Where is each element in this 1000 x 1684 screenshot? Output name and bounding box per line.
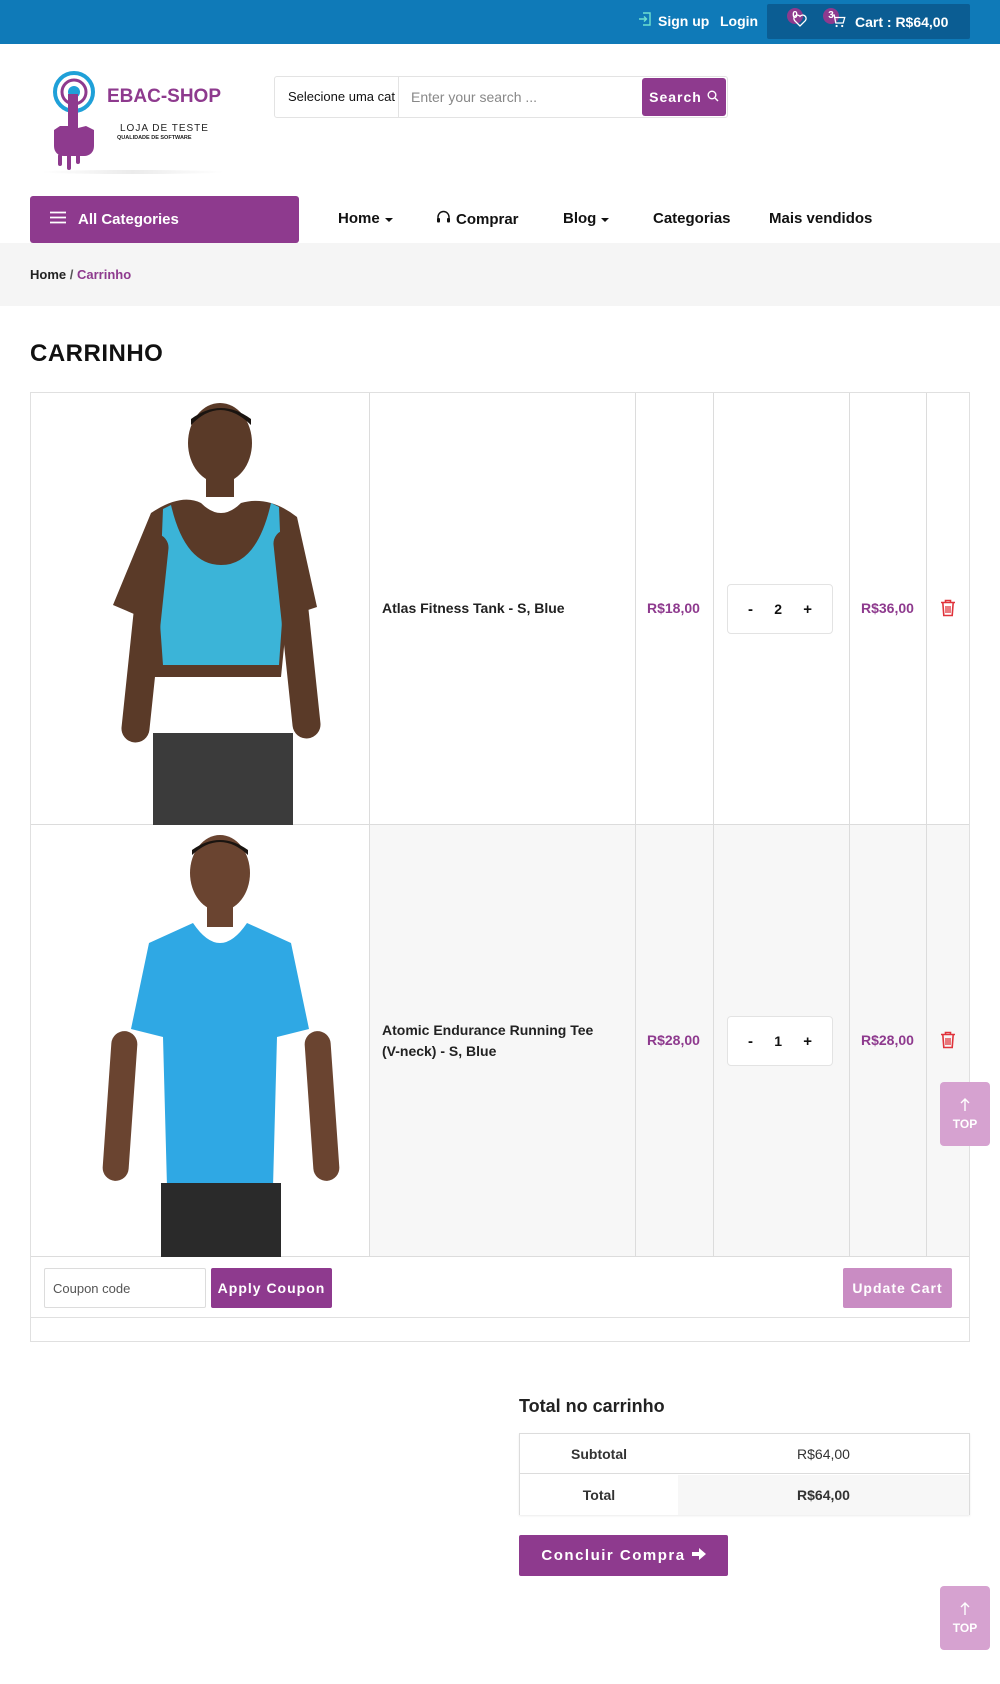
product-qty-cell: - 2 + xyxy=(714,393,850,824)
quantity-stepper[interactable]: - 1 + xyxy=(727,1016,833,1066)
scroll-to-top-label: TOP xyxy=(952,1620,978,1635)
signup-link[interactable]: Sign up xyxy=(638,12,709,29)
search-button-label: Search xyxy=(649,89,702,105)
product-name[interactable]: Atomic Endurance Running Tee (V-neck) - … xyxy=(382,1020,612,1062)
product-subtotal: R$36,00 xyxy=(861,600,914,616)
trash-icon[interactable] xyxy=(940,1031,956,1054)
product-image[interactable] xyxy=(31,393,370,825)
scroll-to-top-label: TOP xyxy=(952,1116,978,1131)
cart-table: Atlas Fitness Tank - S, Blue R$18,00 - 2… xyxy=(30,392,970,1342)
qty-increase-button[interactable]: + xyxy=(803,601,812,618)
qty-decrease-button[interactable]: - xyxy=(748,1033,753,1050)
chevron-down-icon xyxy=(601,217,610,222)
nav-blog-label: Blog xyxy=(563,210,597,227)
product-remove-cell xyxy=(927,825,969,1256)
arrow-right-icon xyxy=(691,1547,706,1564)
search-bar: Selecione uma cat Search xyxy=(274,76,728,118)
product-subtotal-cell: R$28,00 xyxy=(850,825,927,1256)
site-logo[interactable]: EBAC-SHOP LOJA DE TESTE QUALIDADE DE SOF… xyxy=(40,70,230,182)
qty-increase-button[interactable]: + xyxy=(803,1033,812,1050)
coupon-code-input[interactable] xyxy=(44,1268,206,1308)
update-cart-button[interactable]: Update Cart xyxy=(843,1268,952,1308)
scroll-to-top-button[interactable]: TOP xyxy=(940,1586,990,1650)
quantity-stepper[interactable]: - 2 + xyxy=(727,584,833,634)
apply-coupon-button[interactable]: Apply Coupon xyxy=(211,1268,332,1308)
nav-blog[interactable]: Blog xyxy=(563,210,610,227)
subtotal-row: Subtotal R$64,00 xyxy=(520,1434,969,1474)
product-image[interactable] xyxy=(31,825,370,1257)
product-price: R$18,00 xyxy=(647,600,700,616)
menu-icon xyxy=(50,211,66,228)
product-shirt xyxy=(131,923,309,1187)
category-select[interactable]: Selecione uma cat xyxy=(275,77,399,117)
logo-brand: EBAC-SHOP xyxy=(107,86,222,107)
qty-decrease-button[interactable]: - xyxy=(748,601,753,618)
qty-value[interactable]: 2 xyxy=(774,601,782,617)
breadcrumb-bar: Home / Carrinho xyxy=(0,243,1000,306)
cart-totals-title: Total no carrinho xyxy=(519,1396,665,1416)
cart-icon[interactable] xyxy=(831,14,846,33)
chevron-down-icon xyxy=(384,217,393,222)
heart-icon[interactable] xyxy=(793,14,807,32)
trash-icon[interactable] xyxy=(940,599,956,622)
product-image-cell xyxy=(31,393,370,825)
product-image-cell xyxy=(31,825,370,1257)
product-price: R$28,00 xyxy=(647,1032,700,1048)
product-qty-cell: - 1 + xyxy=(714,825,850,1256)
checkout-button[interactable]: Concluir Compra xyxy=(519,1535,728,1576)
cart-item-row: Atlas Fitness Tank - S, Blue R$18,00 - 2… xyxy=(31,393,969,825)
nav-comprar-label: Comprar xyxy=(456,210,519,228)
product-name-cell: Atlas Fitness Tank - S, Blue xyxy=(370,393,636,824)
product-name-cell: Atomic Endurance Running Tee (V-neck) - … xyxy=(370,825,636,1256)
arrow-up-icon xyxy=(960,1601,970,1619)
breadcrumb-separator: / xyxy=(69,267,74,282)
arrow-up-icon xyxy=(960,1097,970,1115)
product-price-cell: R$28,00 xyxy=(636,825,714,1256)
nav-home[interactable]: Home xyxy=(338,210,393,227)
signup-icon xyxy=(638,12,652,29)
product-price-cell: R$18,00 xyxy=(636,393,714,824)
total-label: Total xyxy=(520,1475,678,1515)
login-link[interactable]: Login xyxy=(720,13,758,29)
search-input[interactable] xyxy=(399,77,643,117)
product-subtotal: R$28,00 xyxy=(861,1032,914,1048)
coupon-row: Apply Coupon Update Cart xyxy=(31,1257,969,1318)
logo-shadow xyxy=(40,170,225,174)
logo-subtitle: LOJA DE TESTE xyxy=(120,123,209,134)
breadcrumb-home[interactable]: Home xyxy=(30,267,66,282)
checkout-label: Concluir Compra xyxy=(541,1547,686,1564)
product-remove-cell xyxy=(927,393,969,824)
all-categories-label: All Categories xyxy=(78,211,179,228)
cart-totals-table: Subtotal R$64,00 Total R$64,00 xyxy=(519,1433,970,1515)
product-name[interactable]: Atlas Fitness Tank - S, Blue xyxy=(382,598,612,619)
total-row: Total R$64,00 xyxy=(520,1475,969,1515)
nav-home-label: Home xyxy=(338,210,380,227)
subtotal-label: Subtotal xyxy=(520,1434,678,1473)
logo-tagline: QUALIDADE DE SOFTWARE xyxy=(117,135,192,141)
subtotal-value: R$64,00 xyxy=(797,1446,850,1462)
headset-icon xyxy=(436,210,451,228)
cart-box[interactable]: 0 3 Cart : R$64,00 xyxy=(767,4,970,39)
cart-item-row: Atomic Endurance Running Tee (V-neck) - … xyxy=(31,825,969,1257)
cart-total-label: Cart : R$64,00 xyxy=(855,14,949,30)
page-title: CARRINHO xyxy=(30,340,164,367)
signup-label: Sign up xyxy=(658,12,710,29)
total-value: R$64,00 xyxy=(678,1475,969,1515)
breadcrumb: Home / Carrinho xyxy=(30,267,131,282)
logo-hand-icon xyxy=(53,71,95,170)
search-icon xyxy=(707,89,719,105)
search-button[interactable]: Search xyxy=(642,78,726,116)
scroll-to-top-button[interactable]: TOP xyxy=(940,1082,990,1146)
all-categories-button[interactable]: All Categories xyxy=(30,196,299,243)
breadcrumb-current: Carrinho xyxy=(77,267,132,282)
top-bar: Sign up Login 0 3 Cart : R$64,00 xyxy=(0,0,1000,44)
nav-mais-vendidos[interactable]: Mais vendidos xyxy=(769,210,872,227)
nav-categorias[interactable]: Categorias xyxy=(653,210,731,227)
nav-comprar[interactable]: Comprar xyxy=(436,210,519,228)
product-subtotal-cell: R$36,00 xyxy=(850,393,927,824)
qty-value[interactable]: 1 xyxy=(774,1033,782,1049)
